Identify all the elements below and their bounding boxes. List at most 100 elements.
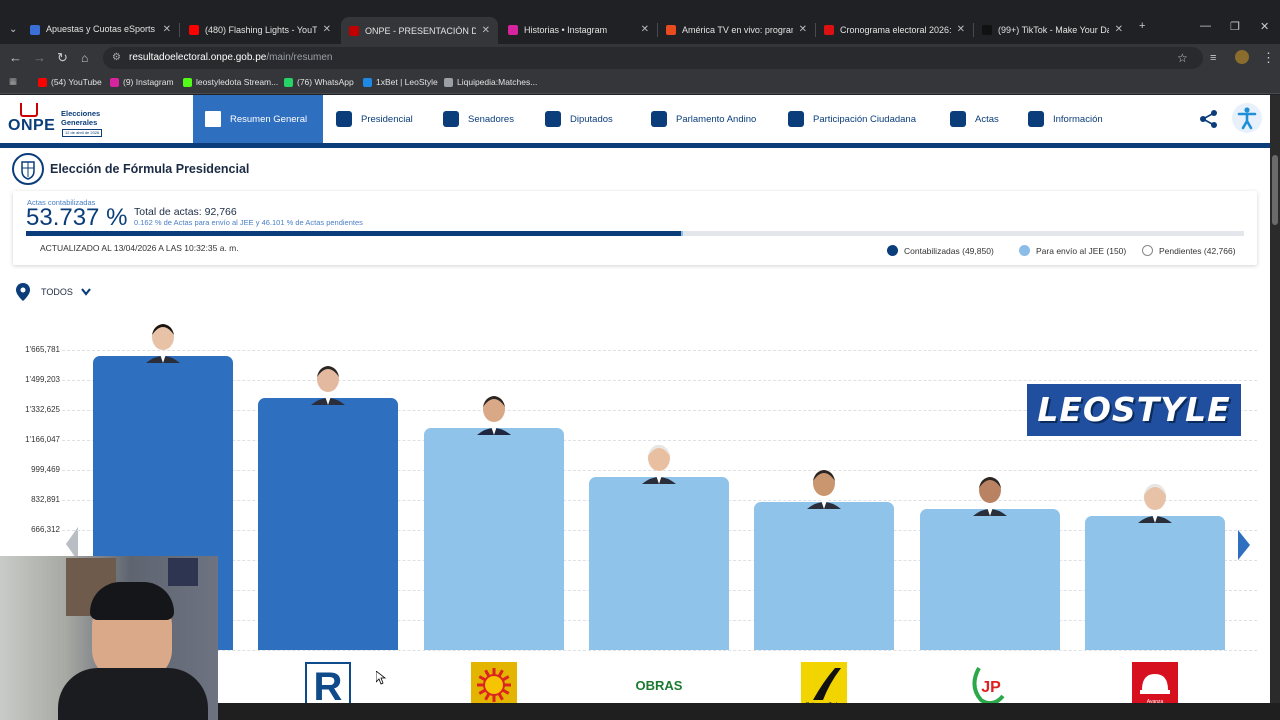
back-arrow-icon[interactable]: ←	[9, 50, 22, 66]
close-window-icon[interactable]: ✕	[1260, 20, 1269, 33]
chart-gridline	[62, 440, 1257, 441]
page-scrollbar[interactable]	[1270, 95, 1280, 703]
nav-item[interactable]: Diputados	[545, 95, 645, 143]
tab-close-icon[interactable]: ✕	[957, 24, 965, 35]
result-bar[interactable]	[919, 508, 1060, 650]
checklist-icon	[950, 111, 966, 127]
new-tab-button[interactable]: +	[1139, 20, 1145, 32]
pais-para-todos-logo[interactable]: País para Todos	[801, 662, 848, 703]
citizen-participation-icon	[788, 111, 804, 127]
tab-close-icon[interactable]: ✕	[323, 24, 331, 35]
browser-tab[interactable]: Cronograma electoral 2026: fec ✕	[816, 17, 973, 42]
browser-tab[interactable]: (99+) TikTok - Make Your Day ✕	[974, 17, 1131, 42]
legend-dot-icon	[1142, 245, 1153, 256]
result-bar[interactable]	[754, 501, 895, 650]
y-tick-label: 1'665,781	[25, 345, 60, 354]
browser-tab[interactable]: (480) Flashing Lights - YouTu ✕	[181, 17, 339, 42]
bookmark-item[interactable]: Liquipedia:Matches...	[444, 77, 537, 87]
accessibility-icon[interactable]	[1232, 103, 1262, 133]
url-host: resultadoelectoral.onpe.gob.pe	[129, 52, 267, 63]
scrollbar-thumb[interactable]	[1272, 155, 1278, 225]
legend-dot-icon	[887, 245, 898, 256]
sun-party-logo[interactable]	[470, 662, 517, 703]
tab-search-chevron-icon[interactable]: ⌄	[9, 22, 17, 38]
bookmark-favicon-icon	[444, 77, 453, 87]
logo-title: Elecciones Generales	[61, 109, 101, 127]
url-input[interactable]: ⚙ resultadoelectoral.onpe.gob.pe/main/re…	[103, 47, 1203, 69]
browser-tab[interactable]: Apuestas y Cuotas eSports ⊳ Apu ✕	[22, 17, 179, 42]
tab-close-icon[interactable]: ✕	[482, 25, 490, 36]
tab-close-icon[interactable]: ✕	[799, 24, 807, 35]
nav-item[interactable]: Participación Ciudadana	[788, 95, 933, 143]
updated-timestamp: ACTUALIZADO AL 13/04/2026 A LAS 10:32:35…	[40, 243, 239, 253]
obras-logo[interactable]: OBRAS	[635, 662, 682, 703]
tab-favicon-icon	[189, 24, 199, 35]
tab-title: Historias • Instagram	[524, 24, 608, 35]
legend-item: Para envío al JEE (150)	[1019, 245, 1126, 256]
nav-item[interactable]: Parlamento Andino	[651, 95, 771, 143]
forward-arrow-icon[interactable]: →	[33, 50, 46, 66]
nav-item[interactable]: Resumen General	[193, 95, 323, 143]
nav-item[interactable]: Presidencial	[336, 95, 431, 143]
renovacion-popular-logo[interactable]: R	[305, 662, 352, 703]
browser-tab[interactable]: ONPE - PRESENTACIÓN DE RES ✕	[341, 17, 498, 44]
svg-text:OBRAS: OBRAS	[636, 678, 682, 693]
apps-grid-icon[interactable]: ▦	[9, 76, 17, 87]
candidate-photo	[1137, 481, 1172, 523]
home-icon[interactable]: ⌂	[81, 50, 88, 66]
tab-close-icon[interactable]: ✕	[163, 24, 171, 35]
profile-avatar[interactable]	[1235, 50, 1249, 64]
result-bar[interactable]	[423, 427, 564, 650]
juntos-por-el-peru-logo[interactable]: JP	[967, 662, 1013, 703]
seal-icon	[336, 111, 352, 127]
svg-text:JP: JP	[981, 679, 1001, 696]
bookmark-favicon-icon	[110, 77, 119, 87]
chevron-down-icon[interactable]	[80, 288, 91, 296]
andean-parliament-icon	[651, 111, 667, 127]
maximize-window-icon[interactable]: ❐	[1230, 20, 1240, 33]
result-bar[interactable]	[1084, 515, 1225, 650]
avanza-pais-helmet-logo[interactable]: Avanza	[1131, 662, 1178, 703]
chart-next-arrow-icon[interactable]	[1238, 530, 1250, 560]
reload-icon[interactable]: ↻	[57, 50, 68, 66]
result-bar[interactable]	[258, 397, 399, 650]
y-tick-label: 666,312	[31, 525, 60, 534]
site-info-icon[interactable]: ⚙	[112, 47, 121, 69]
minimize-window-icon[interactable]: —	[1200, 20, 1211, 32]
candidate-photo	[476, 393, 511, 435]
nav-item[interactable]: Senadores	[443, 95, 533, 143]
congress-building-icon	[545, 111, 561, 127]
bookmark-star-icon[interactable]: ☆	[1177, 50, 1188, 66]
senators-icon	[443, 111, 459, 127]
bookmark-item[interactable]: 1xBet | LeoStyle	[363, 77, 438, 87]
bookmark-label: (54) YouTube	[51, 77, 102, 87]
legend-dot-icon	[1019, 245, 1030, 256]
tab-close-icon[interactable]: ✕	[1115, 24, 1123, 35]
media-control-icon[interactable]: ≡	[1210, 50, 1216, 66]
nav-item-label: Diputados	[570, 113, 613, 125]
nav-item[interactable]: Información	[1028, 95, 1118, 143]
browser-menu-icon[interactable]: ⋮	[1262, 50, 1275, 66]
bookmark-label: (76) WhatsApp	[297, 77, 354, 87]
result-bar[interactable]	[588, 477, 729, 650]
browser-tab[interactable]: América TV en vivo: programació ✕	[658, 17, 815, 42]
bookmark-item[interactable]: leostyledota Stream...	[183, 77, 278, 87]
nav-item-label: Parlamento Andino	[676, 113, 757, 125]
peru-coat-of-arms-icon	[12, 153, 44, 185]
onpe-logo[interactable]: ONPE Elecciones Generales 12 de abril de…	[6, 101, 116, 137]
nav-item[interactable]: Actas	[950, 95, 1010, 143]
tab-divider	[179, 23, 180, 37]
nav-item-label: Presidencial	[361, 113, 413, 125]
tab-close-icon[interactable]: ✕	[641, 24, 649, 35]
legend-item: Contabilizadas (49,850)	[887, 245, 994, 256]
share-icon[interactable]	[1199, 109, 1219, 129]
nav-item-label: Resumen General	[230, 113, 308, 125]
legend-item: Pendientes (42,766)	[1142, 245, 1236, 256]
browser-tab[interactable]: Historias • Instagram ✕	[500, 17, 657, 42]
bookmark-item[interactable]: (54) YouTube	[38, 77, 102, 87]
region-filter[interactable]: TODOS	[16, 283, 91, 301]
leostyle-watermark: LEOSTYLE	[1027, 384, 1241, 436]
bookmark-item[interactable]: (9) Instagram	[110, 77, 174, 87]
bookmark-item[interactable]: (76) WhatsApp	[284, 77, 354, 87]
nav-item-label: Información	[1053, 113, 1103, 125]
